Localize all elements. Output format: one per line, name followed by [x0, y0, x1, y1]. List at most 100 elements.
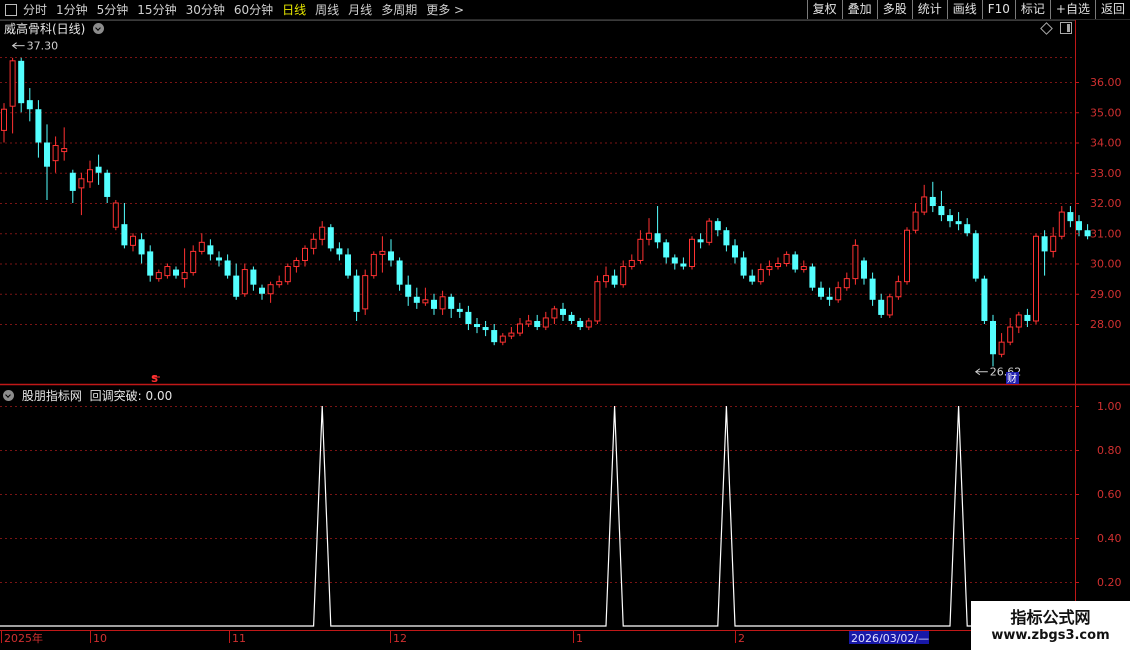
- time-axis-label: 11: [232, 632, 246, 645]
- watermark: 指标公式网 www.zbgs3.com: [971, 601, 1130, 650]
- candle-body-down: [740, 257, 747, 276]
- candle-body-down: [981, 278, 988, 321]
- candle-body-up: [61, 148, 68, 153]
- candle-body-down: [413, 296, 420, 303]
- candle-body-up: [362, 275, 369, 310]
- candle-body-up: [181, 272, 188, 280]
- stock-title[interactable]: 威高骨科(日线): [4, 20, 105, 37]
- candle-body-up: [9, 60, 16, 107]
- candle-body-down: [947, 215, 953, 222]
- finance-marker-label[interactable]: 财: [1007, 372, 1017, 385]
- candle-body-up: [439, 296, 446, 310]
- candle-body-up: [241, 269, 248, 295]
- candle-body-down: [207, 245, 214, 255]
- candle-body-up: [912, 211, 919, 231]
- indicator-title[interactable]: 股朋指标网 回调突破: 0.00: [3, 387, 172, 404]
- candle-body-down: [474, 324, 480, 328]
- dropdown-circle-icon[interactable]: [93, 23, 105, 34]
- candle-body-up: [843, 278, 850, 289]
- candle-body-up: [267, 284, 274, 295]
- candle-body-down: [732, 245, 738, 258]
- candle-body-down: [560, 308, 566, 315]
- candle-body-down: [216, 257, 222, 261]
- candle-body-down: [465, 311, 472, 324]
- price-axis: 36.00 35.00 34.00 33.00 32.00 31.00 30.00 29.00…: [1075, 76, 1122, 331]
- candle-body-up: [379, 250, 386, 255]
- candle-body-up: [775, 263, 781, 268]
- indicator-axis: 1.00 0.80 0.60 0.40 0.20: [1075, 400, 1122, 589]
- candle-body-up: [1007, 326, 1014, 343]
- chart-area[interactable]: 36.00 35.00 34.00 33.00 32.00 31.00 30.00 29.00…: [0, 0, 1130, 650]
- candle-body-up: [112, 202, 119, 228]
- candle-body-up: [302, 247, 308, 261]
- indicator-name: 股朋指标网: [21, 389, 82, 403]
- dividend-marker[interactable]: S: [151, 374, 158, 385]
- candle-body-up: [551, 308, 558, 319]
- price-tick-label: 32.00: [1090, 197, 1122, 210]
- candle-body-down: [95, 166, 102, 173]
- candle-body-down: [714, 221, 721, 231]
- candle-body-up: [783, 253, 790, 265]
- price-tick-label: 31.00: [1090, 227, 1122, 240]
- candle-body-up: [1, 108, 7, 131]
- candle-body-down: [809, 266, 816, 288]
- candle-body-down: [173, 269, 179, 276]
- candle-body-up: [706, 220, 713, 243]
- candle-body-up: [585, 320, 592, 328]
- candle-body-up: [517, 323, 523, 334]
- time-axis-label: 2: [738, 632, 745, 645]
- candle-body-up: [1033, 235, 1039, 322]
- candle-body-down: [336, 248, 343, 255]
- watermark-title: 指标公式网: [1010, 607, 1091, 627]
- candle-body-up: [628, 259, 635, 268]
- panel-toggle-icon[interactable]: [1060, 22, 1072, 34]
- chart-frame: [0, 20, 1130, 650]
- candle-body-up: [594, 281, 601, 322]
- diamond-icon[interactable]: [1040, 21, 1053, 35]
- candle-body-down: [972, 233, 979, 279]
- candle-body-down: [250, 269, 257, 285]
- candle-body-down: [1041, 236, 1048, 252]
- candle-body-down: [826, 296, 833, 300]
- candle-body-down: [929, 196, 936, 207]
- candle-body-down: [697, 239, 704, 243]
- candle-body-up: [895, 281, 902, 298]
- max-price-label: 37.30: [27, 40, 58, 53]
- candle-body-down: [534, 320, 541, 328]
- candle-body-up: [904, 229, 910, 283]
- candle-body-up: [1050, 235, 1057, 252]
- price-tick-label: 29.00: [1090, 288, 1122, 301]
- candle-body-down: [654, 233, 661, 243]
- candle-body-down: [878, 299, 885, 315]
- candle-body-down: [147, 251, 154, 276]
- indicator-value: 回调突破: 0.00: [89, 389, 173, 403]
- candle-body-down: [577, 320, 584, 328]
- candle-body-down: [663, 242, 670, 258]
- candle-body-up: [499, 335, 506, 343]
- candle-body-up: [78, 178, 85, 189]
- time-axis-label: 2025年: [4, 631, 43, 645]
- candle-body-down: [18, 60, 25, 104]
- candle-body-up: [164, 266, 171, 277]
- candle-body-up: [525, 320, 532, 325]
- candle-body-up: [886, 296, 893, 316]
- indicator-tick-label: 1.00: [1097, 400, 1122, 413]
- main-gridlines: [0, 57, 1075, 325]
- candle-body-down: [938, 206, 945, 216]
- candle-body-down: [327, 227, 334, 249]
- candle-body-down: [568, 314, 575, 321]
- chart-markers: 37.3026.62财S: [11, 40, 1021, 385]
- dropdown-circle-icon[interactable]: [3, 390, 14, 401]
- time-axis-label: 1: [576, 632, 583, 645]
- candle-body-up: [689, 238, 695, 268]
- candle-body-down: [138, 239, 145, 255]
- candle-body-up: [276, 281, 283, 286]
- candle-body-down: [818, 287, 824, 297]
- candle-body-up: [190, 250, 197, 274]
- candle-body-up: [87, 169, 93, 183]
- candle-body-down: [388, 251, 394, 261]
- candle-body-down: [431, 299, 437, 309]
- candle-body-up: [542, 317, 549, 328]
- candle-body-up: [370, 253, 377, 277]
- candle-body-up: [422, 299, 429, 304]
